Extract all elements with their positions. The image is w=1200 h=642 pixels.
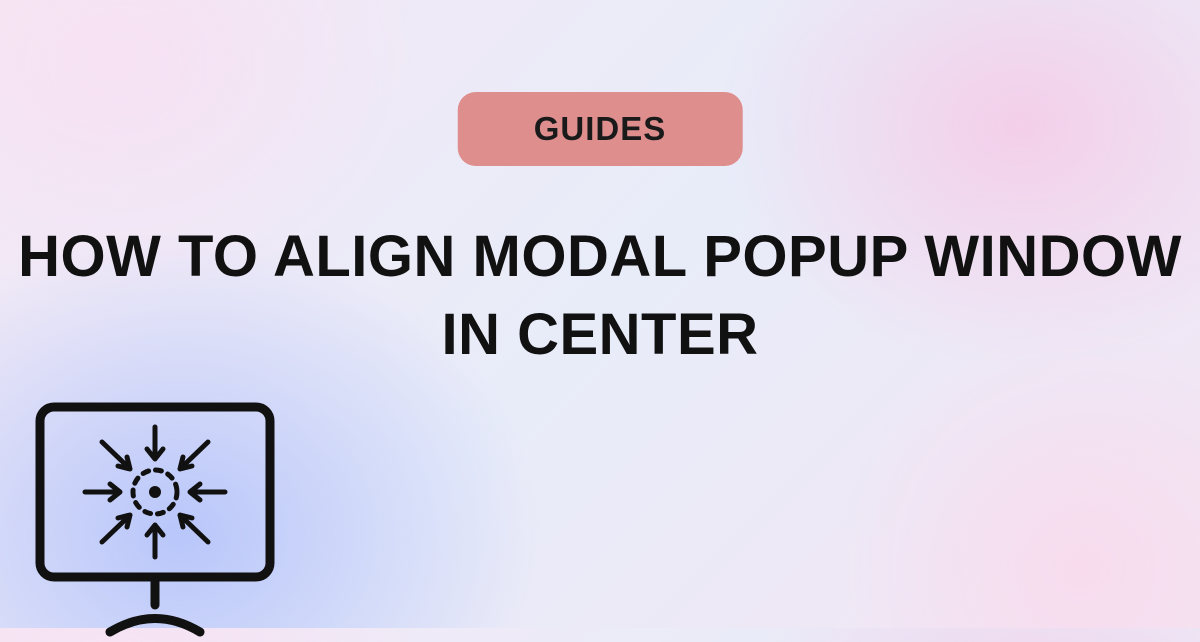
category-badge-label: GUIDES xyxy=(534,110,667,147)
page-title: HOW TO ALIGN MODAL POPUP WINDOW IN CENTE… xyxy=(0,218,1200,375)
monitor-focus-center-icon xyxy=(30,387,280,642)
category-badge: GUIDES xyxy=(458,92,743,166)
